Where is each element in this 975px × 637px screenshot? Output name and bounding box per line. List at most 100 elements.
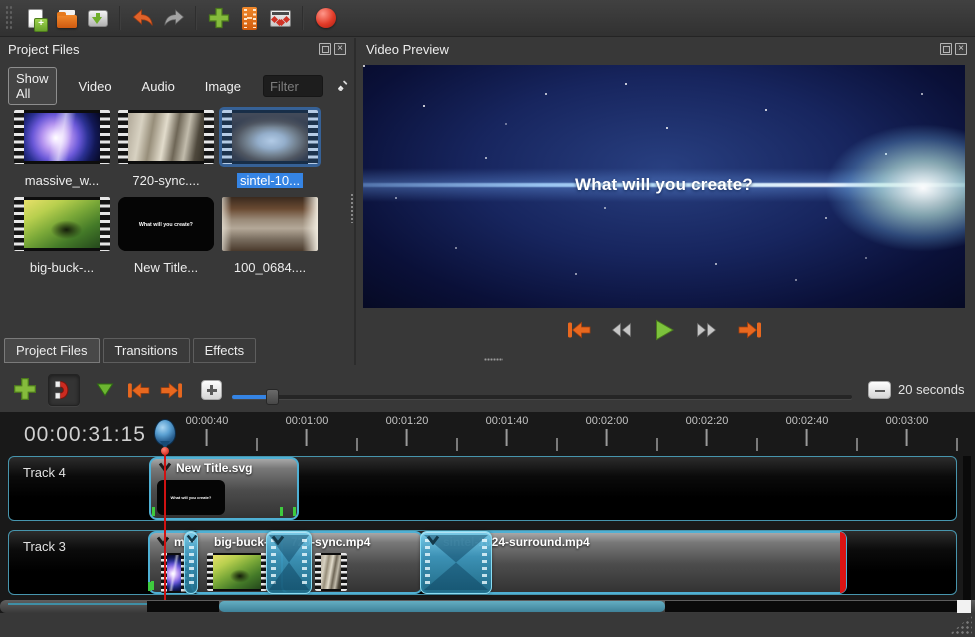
track-name: Track 4: [23, 465, 66, 480]
file-label: big-buck-...: [27, 260, 97, 275]
track-edge-line: [8, 603, 147, 605]
transition[interactable]: [184, 531, 198, 594]
playback-controls: [363, 318, 965, 342]
new-project-button[interactable]: [20, 3, 51, 34]
file-item[interactable]: 720-sync....: [114, 110, 218, 190]
file-item-selected[interactable]: sintel-10...: [218, 110, 322, 190]
clip-resize-handle[interactable]: [152, 507, 155, 516]
vertical-scrollbar-thumb[interactable]: [957, 600, 971, 613]
video-preview-header: Video Preview: [358, 38, 975, 60]
choose-profile-button[interactable]: [234, 3, 265, 34]
redo-button[interactable]: [158, 3, 189, 34]
rewind-icon: [609, 321, 633, 339]
filter-video-button[interactable]: Video: [71, 75, 120, 98]
ruler-mark: 00:00:40: [186, 415, 229, 446]
panel-splitter-handle[interactable]: [350, 193, 354, 223]
next-marker-button[interactable]: [158, 379, 186, 401]
file-item[interactable]: big-buck-...: [10, 197, 114, 277]
snapping-toggle-button[interactable]: [48, 374, 80, 406]
track-3[interactable]: Track 3 m big-buck- 720-sync.mp4 sintel-…: [8, 530, 957, 595]
clip-resize-handle[interactable]: [151, 581, 154, 590]
rewind-button[interactable]: [606, 318, 636, 342]
timeline-vertical-scrollbar[interactable]: [963, 456, 971, 601]
plus-icon: [13, 377, 37, 401]
tab-effects[interactable]: Effects: [193, 338, 257, 363]
center-on-playhead-button[interactable]: [201, 380, 222, 400]
tab-transitions[interactable]: Transitions: [103, 338, 190, 363]
float-panel-icon[interactable]: [940, 43, 952, 55]
image-thumbnail: [222, 197, 318, 251]
close-panel-icon[interactable]: [334, 43, 346, 55]
horizontal-scrollbar-thumb[interactable]: [219, 601, 665, 612]
filter-input[interactable]: [263, 75, 323, 97]
toolbar-drag-handle[interactable]: [5, 5, 14, 31]
file-label: New Title...: [131, 260, 201, 275]
ruler-label: 00:01:00: [286, 415, 329, 427]
video-preview-display[interactable]: What will you create?: [363, 65, 965, 308]
clip-resize-handle[interactable]: [280, 507, 283, 516]
play-button[interactable]: [649, 318, 679, 342]
playhead-marker[interactable]: [154, 419, 176, 446]
file-item[interactable]: 100_0684....: [218, 197, 322, 277]
file-item[interactable]: massive_w...: [10, 110, 114, 190]
ruler-mark: 00:01:40: [486, 415, 529, 446]
toolbar-separator: [302, 6, 304, 30]
track-4[interactable]: Track 4 New Title.svg What will you crea…: [8, 456, 957, 521]
window-resize-grip[interactable]: [950, 615, 972, 634]
transition[interactable]: [420, 531, 492, 594]
playhead-line: [164, 450, 166, 612]
fullscreen-button[interactable]: [265, 3, 296, 34]
new-file-icon: [28, 9, 43, 28]
undo-button[interactable]: [127, 3, 158, 34]
clip-title: big-buck-: [214, 535, 268, 549]
import-files-button[interactable]: [203, 3, 234, 34]
file-item[interactable]: What will you create? New Title...: [114, 197, 218, 277]
fast-forward-button[interactable]: [692, 318, 722, 342]
timeline-zoom-slider[interactable]: [232, 395, 852, 399]
seek-start-icon: [565, 320, 592, 340]
save-project-button[interactable]: [82, 3, 113, 34]
ruler-mark: 00:03:00: [886, 415, 929, 446]
ruler-mark: 00:02:20: [686, 415, 729, 446]
timeline[interactable]: 00:00:31:15 00:00:40 00:01:00 00:01:20 0…: [0, 412, 975, 613]
seek-start-button[interactable]: [563, 318, 593, 342]
ruler-label: 00:01:20: [386, 415, 429, 427]
scrollbar-groove-segment: [147, 601, 219, 612]
clip-resize-handle[interactable]: [293, 507, 296, 516]
filter-image-button[interactable]: Image: [197, 75, 249, 98]
close-panel-icon[interactable]: [955, 43, 967, 55]
transition-menu-chevron-icon[interactable]: [271, 535, 285, 545]
ruler-label: 00:02:00: [586, 415, 629, 427]
marker-triangle-icon: [95, 382, 115, 398]
float-panel-icon[interactable]: [319, 43, 331, 55]
ruler-mark: 00:01:00: [286, 415, 329, 446]
previous-marker-button[interactable]: [124, 379, 152, 401]
seek-end-button[interactable]: [735, 318, 765, 342]
slider-handle[interactable]: [266, 389, 279, 405]
transition-menu-chevron-icon[interactable]: [186, 534, 198, 543]
add-marker-button[interactable]: [94, 380, 116, 400]
transition[interactable]: [266, 531, 312, 594]
export-video-button[interactable]: [310, 3, 341, 34]
zoom-out-button[interactable]: [868, 381, 891, 399]
record-circle-icon: [316, 8, 336, 28]
redo-icon: [163, 9, 185, 27]
horizontal-splitter-handle[interactable]: [484, 358, 503, 361]
filter-show-all-button[interactable]: Show All: [8, 67, 57, 105]
tab-project-files[interactable]: Project Files: [4, 338, 100, 363]
video-thumbnail: [14, 197, 110, 251]
transition-menu-chevron-icon[interactable]: [426, 535, 440, 545]
project-files-panel: Project Files Show All Video Audio Image…: [0, 38, 356, 365]
clear-filter-broom-icon[interactable]: [337, 76, 348, 97]
add-track-button[interactable]: [12, 376, 38, 402]
ruler-mark: 00:02:40: [786, 415, 829, 446]
track-name: Track 3: [23, 539, 66, 554]
left-panel-tabs: Project Files Transitions Effects: [4, 338, 256, 363]
clip-resize-handle[interactable]: [148, 582, 151, 591]
clip-menu-chevron-icon[interactable]: [156, 536, 170, 546]
open-project-button[interactable]: [51, 3, 82, 34]
filter-audio-button[interactable]: Audio: [134, 75, 183, 98]
clip-new-title[interactable]: New Title.svg What will you create?: [149, 457, 299, 520]
fullscreen-icon: [270, 10, 291, 27]
clip-thumbnail: [207, 553, 267, 591]
